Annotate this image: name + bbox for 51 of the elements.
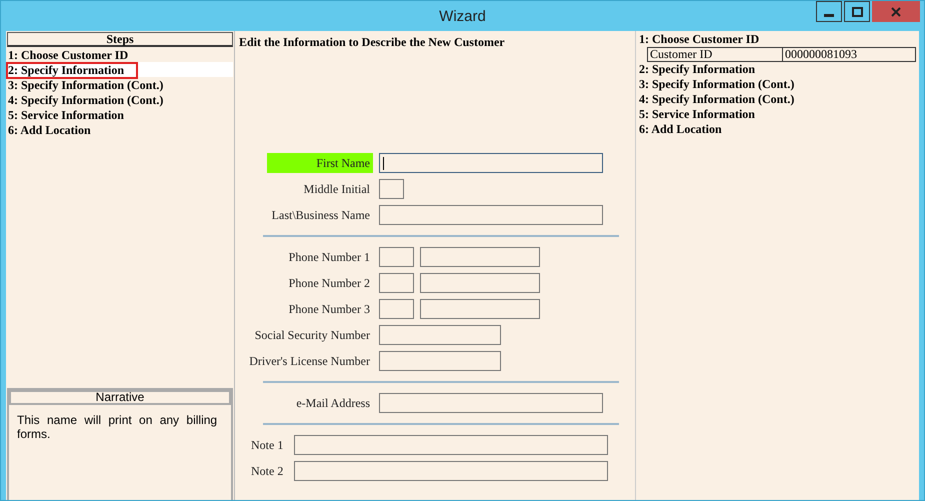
- field-label: Driver's License Number: [248, 353, 371, 370]
- text-cursor: [383, 157, 384, 170]
- field-label: Phone Number 3: [288, 301, 371, 318]
- input-field[interactable]: [294, 461, 608, 481]
- step-item[interactable]: 5: Service Information: [6, 107, 138, 124]
- summary-item: 6: Add Location: [639, 122, 723, 137]
- field-label: Middle Initial: [302, 181, 371, 198]
- table-cell: 000000081093: [783, 47, 916, 62]
- maximize-button[interactable]: [844, 1, 870, 22]
- steps-header: Steps: [7, 32, 233, 47]
- input-field[interactable]: [420, 247, 540, 267]
- field-label: Phone Number 2: [288, 275, 371, 292]
- close-button[interactable]: [872, 1, 920, 22]
- close-icon: [891, 6, 901, 16]
- input-field[interactable]: [379, 205, 603, 225]
- input-field[interactable]: [379, 325, 501, 345]
- input-field[interactable]: [294, 435, 608, 455]
- step-item[interactable]: 4: Specify Information (Cont.): [6, 92, 178, 109]
- narrative-text: This name will print on any billing forms.: [16, 412, 218, 443]
- input-field[interactable]: [379, 179, 404, 199]
- field-label: Note 1: [250, 437, 284, 454]
- field-label: Last\Business Name: [270, 207, 371, 224]
- minimize-icon: [824, 14, 834, 16]
- input-field[interactable]: [379, 299, 414, 319]
- minimize-button[interactable]: [816, 1, 842, 22]
- step-item[interactable]: 6: Add Location: [6, 122, 105, 139]
- input-field[interactable]: [379, 351, 501, 371]
- table-cell: Customer ID: [647, 47, 783, 62]
- maximize-icon: [852, 6, 862, 16]
- input-field[interactable]: [379, 247, 414, 267]
- summary-item: 4: Specify Information (Cont.): [639, 92, 796, 107]
- summary-item: 2: Specify Information: [639, 62, 756, 77]
- form-heading: Edit the Information to Describe the New Customer: [238, 34, 506, 51]
- input-field[interactable]: [379, 153, 603, 173]
- input-field[interactable]: [379, 393, 603, 413]
- input-field[interactable]: [420, 273, 540, 293]
- field-label: Social Security Number: [254, 327, 371, 344]
- summary-item: 5: Service Information: [639, 107, 756, 122]
- field-label: Phone Number 1: [288, 249, 371, 266]
- input-field[interactable]: [420, 299, 540, 319]
- field-label: e-Mail Address: [295, 395, 371, 412]
- step-item[interactable]: 2: Specify Information: [6, 62, 138, 79]
- step-item[interactable]: 3: Specify Information (Cont.): [6, 77, 178, 94]
- narrative-header: Narrative: [9, 390, 231, 405]
- summary-item: 1: Choose Customer ID: [639, 32, 760, 47]
- step-item[interactable]: 1: Choose Customer ID: [6, 47, 142, 64]
- input-field[interactable]: [379, 273, 414, 293]
- field-label: Note 2: [250, 463, 284, 480]
- summary-item: 3: Specify Information (Cont.): [639, 77, 796, 92]
- window-title: Wizard: [439, 8, 486, 24]
- field-label: First Name: [267, 153, 373, 173]
